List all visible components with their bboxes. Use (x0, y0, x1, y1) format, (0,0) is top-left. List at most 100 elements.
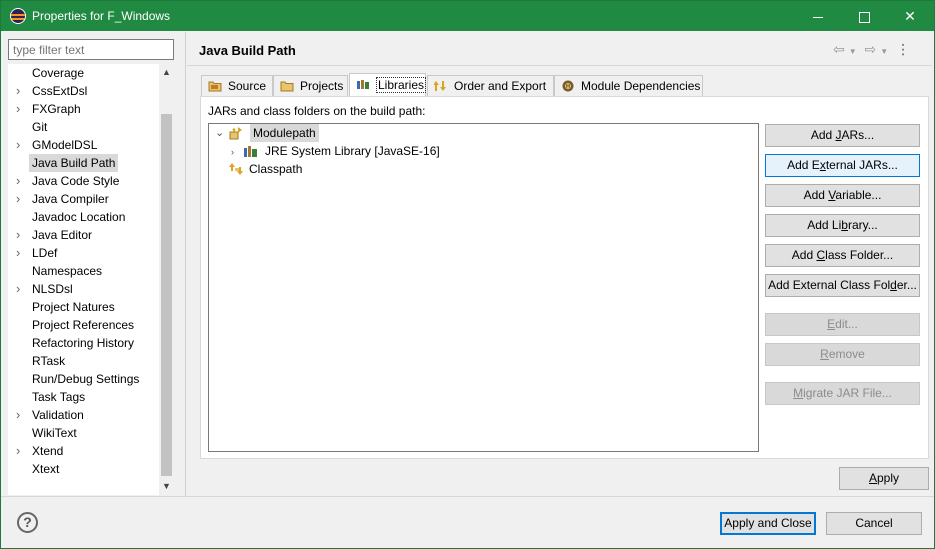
add-variable-button[interactable]: Add Variable... (765, 184, 920, 207)
chevron-right-icon[interactable]: › (16, 82, 20, 100)
page-navigation: ⇦ ▼ ⇨ ▼ ⋮ (833, 41, 914, 58)
close-icon: ✕ (904, 8, 916, 24)
sidebar-item-project-natures[interactable]: Project Natures (8, 298, 158, 316)
remove-button[interactable]: Remove (765, 343, 920, 366)
sidebar-item-label: RTask (32, 354, 66, 368)
sidebar-item-label: Java Build Path (29, 154, 119, 172)
sidebar-item-java-editor[interactable]: › Java Editor (8, 226, 158, 244)
minimize-button[interactable] (795, 1, 841, 31)
sidebar-item-ldef[interactable]: › LDef (8, 244, 158, 262)
filter-input[interactable] (8, 39, 174, 60)
minimize-icon (813, 16, 823, 18)
sidebar-item-label: Xtend (32, 444, 64, 458)
libraries-icon (357, 80, 369, 89)
sidebar-item-wikitext[interactable]: WikiText (8, 424, 158, 442)
add-external-jars-button[interactable]: Add External JARs... (765, 154, 920, 177)
maximize-icon (858, 11, 870, 23)
sidebar-item-label: NLSDsl (32, 282, 73, 296)
sidebar-item-label: CssExtDsl (32, 84, 88, 98)
properties-dialog: Properties for F_Windows ✕ Coverage › CssE… (0, 0, 935, 549)
sidebar-item-label: Task Tags (32, 390, 86, 404)
sidebar-item-label: Validation (32, 408, 84, 422)
sidebar-item-java-compiler[interactable]: › Java Compiler (8, 190, 158, 208)
chevron-right-icon[interactable]: › (16, 406, 20, 424)
add-jars-button[interactable]: Add JARs... (765, 124, 920, 147)
chevron-right-icon[interactable]: › (16, 136, 20, 154)
sidebar-item-java-code-style[interactable]: › Java Code Style (8, 172, 158, 190)
sidebar-item-java-build-path[interactable]: Java Build Path (8, 154, 158, 172)
tree-scrollbar[interactable]: ▲ ▼ (159, 64, 174, 495)
splitter[interactable] (185, 32, 186, 496)
sidebar-item-label: GModelDSL (32, 138, 98, 152)
edit-button[interactable]: Edit... (765, 313, 920, 336)
tab-module-dependencies[interactable]: M Module Dependencies (554, 75, 703, 97)
sidebar-item-label: Refactoring History (32, 336, 135, 350)
jre-library-icon (244, 146, 257, 157)
add-class-folder-button[interactable]: Add Class Folder... (765, 244, 920, 267)
tab-projects[interactable]: Projects (273, 75, 348, 97)
sidebar-item-label: Git (32, 120, 48, 134)
sidebar-item-fxgraph[interactable]: › FXGraph (8, 100, 158, 118)
scrollbar-thumb[interactable] (161, 114, 172, 476)
add-library-button[interactable]: Add Library... (765, 214, 920, 237)
chevron-right-icon[interactable]: › (16, 190, 20, 208)
sidebar-item-project-references[interactable]: Project References (8, 316, 158, 334)
chevron-right-icon[interactable]: › (16, 226, 20, 244)
tab-order-export[interactable]: Order and Export (427, 75, 554, 97)
projects-folder-icon (280, 81, 294, 92)
chevron-right-icon[interactable]: › (16, 244, 20, 262)
back-menu-icon[interactable]: ▼ (849, 47, 857, 56)
eclipse-icon (10, 8, 26, 24)
migrate-jar-button[interactable]: Migrate JAR File... (765, 382, 920, 405)
module-dependencies-icon: M (562, 80, 574, 92)
sidebar-item-xtext[interactable]: Xtext (8, 460, 158, 478)
sidebar-item-rtask[interactable]: RTask (8, 352, 158, 370)
sidebar-item-validation[interactable]: › Validation (8, 406, 158, 424)
footer-divider (1, 496, 934, 497)
sidebar-item-xtend[interactable]: › Xtend (8, 442, 158, 460)
svg-text:M: M (566, 84, 570, 90)
sidebar-item-coverage[interactable]: Coverage (8, 64, 158, 82)
sidebar-item-label: Xtext (32, 462, 60, 476)
sidebar-item-label: WikiText (32, 426, 77, 440)
sidebar-item-label: Javadoc Location (32, 210, 126, 224)
view-menu-icon[interactable]: ⋮ (896, 41, 910, 58)
scroll-up-icon[interactable]: ▲ (159, 64, 174, 81)
chevron-right-icon[interactable]: › (16, 100, 20, 118)
sidebar-item-gmodeldsl[interactable]: › GModelDSL (8, 136, 158, 154)
tab-source[interactable]: Source (201, 75, 273, 97)
help-icon[interactable]: ? (17, 512, 38, 533)
sidebar-item-git[interactable]: Git (8, 118, 158, 136)
chevron-down-icon[interactable]: ⌄ (215, 124, 224, 142)
back-arrow-icon[interactable]: ⇦ (833, 41, 845, 58)
maximize-button[interactable] (841, 1, 887, 31)
sidebar-item-task-tags[interactable]: Task Tags (8, 388, 158, 406)
add-external-class-folder-button[interactable]: Add External Class Folder... (765, 274, 920, 297)
property-pages-tree: Coverage › CssExtDsl › FXGraph Git › GModelDSL J… (8, 64, 174, 495)
forward-menu-icon[interactable]: ▼ (880, 47, 888, 56)
sidebar-item-nlsdsl[interactable]: › NLSDsl (8, 280, 158, 298)
close-button[interactable]: ✕ (887, 1, 933, 31)
chevron-right-icon[interactable]: › (16, 442, 20, 460)
sidebar-item-label: Java Editor (32, 228, 93, 242)
sidebar-item-run-debug-settings[interactable]: Run/Debug Settings (8, 370, 158, 388)
order-export-icon (434, 81, 446, 91)
sidebar-item-label: LDef (32, 246, 58, 260)
sidebar-item-refactoring-history[interactable]: Refactoring History (8, 334, 158, 352)
sidebar-item-namespaces[interactable]: Namespaces (8, 262, 158, 280)
apply-button[interactable]: Apply (839, 467, 929, 490)
sidebar-item-javadoc-location[interactable]: Javadoc Location (8, 208, 158, 226)
source-folder-icon (208, 81, 222, 92)
sidebar-item-label: Coverage (32, 66, 85, 80)
cancel-button[interactable]: Cancel (826, 512, 922, 535)
forward-arrow-icon[interactable]: ⇨ (865, 41, 877, 58)
chevron-right-icon[interactable]: › (16, 172, 20, 190)
sidebar-item-cssextdsl[interactable]: › CssExtDsl (8, 82, 158, 100)
tab-libraries[interactable]: Libraries (349, 73, 427, 97)
scroll-down-icon[interactable]: ▼ (159, 478, 174, 495)
chevron-right-icon[interactable]: › (16, 280, 20, 298)
build-path-tree: ⌄ Modulepath › JRE System Library [JavaS… (208, 123, 759, 452)
apply-and-close-button[interactable]: Apply and Close (720, 512, 816, 535)
modulepath-icon (229, 127, 242, 140)
chevron-right-icon[interactable]: › (231, 143, 234, 161)
